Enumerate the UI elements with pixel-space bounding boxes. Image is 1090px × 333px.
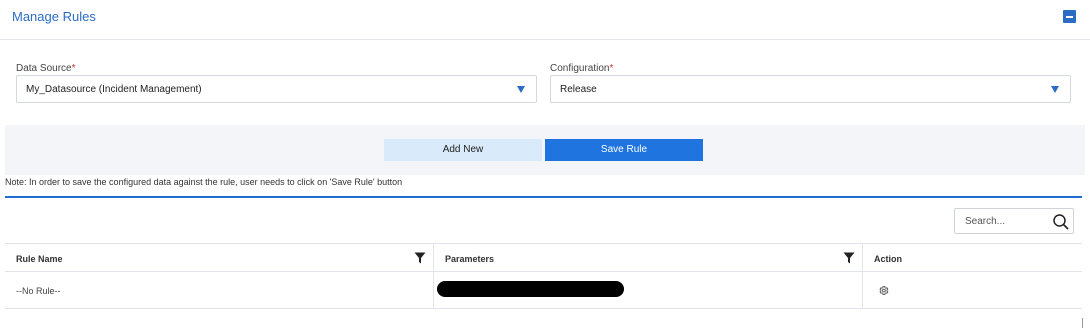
- page-title: Manage Rules: [12, 9, 96, 24]
- caret-down-icon: [517, 86, 525, 93]
- configuration-value: Release: [560, 84, 597, 95]
- required-mark: *: [609, 63, 614, 74]
- add-new-button[interactable]: Add New: [384, 139, 542, 161]
- minus-square-icon[interactable]: [1063, 10, 1076, 23]
- search-placeholder: Search...: [965, 216, 1006, 227]
- data-source-label: Data Source*: [16, 63, 76, 74]
- search-input[interactable]: Search...: [954, 208, 1074, 234]
- save-note: Note: In order to save the configured da…: [5, 177, 403, 187]
- search-icon[interactable]: [1052, 213, 1070, 231]
- data-source-value: My_Datasource (Incident Management): [26, 84, 202, 95]
- data-source-select[interactable]: My_Datasource (Incident Management): [16, 75, 537, 103]
- required-mark: *: [71, 63, 76, 74]
- configuration-select[interactable]: Release: [550, 75, 1071, 103]
- save-rule-button[interactable]: Save Rule: [545, 139, 703, 161]
- rule-name-cell: --No Rule--: [16, 286, 61, 296]
- column-divider: [862, 244, 863, 308]
- redacted-parameters: [437, 281, 624, 297]
- gear-icon[interactable]: [878, 285, 889, 296]
- section-divider: [5, 196, 1082, 198]
- filter-icon[interactable]: [414, 252, 426, 264]
- configuration-label-text: Configuration: [550, 63, 610, 74]
- scrollbar-edge: [1082, 318, 1083, 328]
- data-source-label-text: Data Source: [16, 63, 72, 74]
- configuration-label: Configuration*: [550, 63, 613, 74]
- rules-table: [5, 243, 1082, 309]
- panel-header: Manage Rules: [0, 0, 1090, 40]
- column-header-parameters: Parameters: [445, 254, 495, 264]
- caret-down-icon: [1051, 86, 1059, 93]
- column-header-rule-name: Rule Name: [16, 254, 63, 264]
- filter-icon[interactable]: [843, 252, 855, 264]
- column-divider: [433, 244, 434, 308]
- header-row-divider: [5, 271, 1082, 272]
- column-header-action: Action: [874, 254, 902, 264]
